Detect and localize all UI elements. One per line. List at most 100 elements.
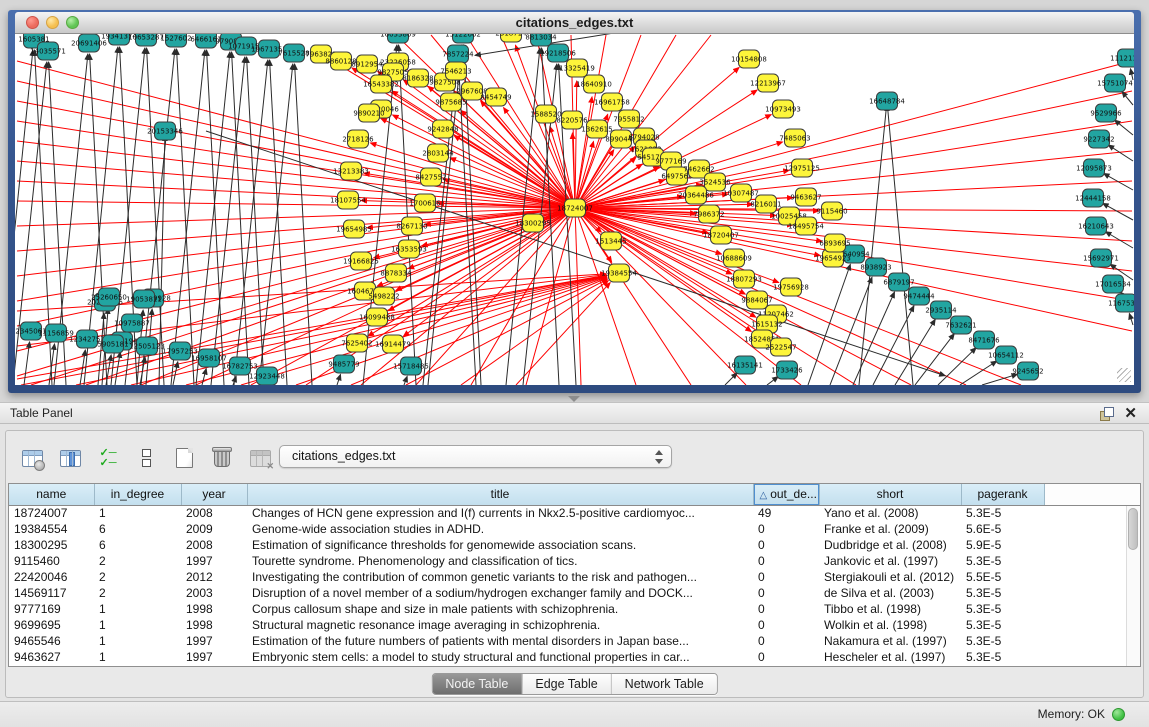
graph-node[interactable]: 10653287	[128, 34, 164, 46]
graph-node[interactable]: 16210643	[1078, 217, 1114, 235]
graph-node-label: 9529966	[1090, 110, 1122, 118]
row-selection-icon[interactable]: ✓─✓─	[94, 445, 122, 471]
node-table-grid: namein_degreeyeartitle△out_de...shortpag…	[8, 483, 1141, 667]
graph-node[interactable]: 15122602	[445, 34, 481, 43]
graph-edge	[17, 161, 575, 208]
graph-node[interactable]: 7632621	[945, 316, 976, 334]
table-scrollbar[interactable]	[1126, 506, 1140, 666]
tab-node-table[interactable]: Node Table	[432, 674, 521, 694]
table-scrollbar-thumb[interactable]	[1128, 508, 1138, 550]
graph-node[interactable]: 8471676	[968, 331, 1000, 349]
graph-node[interactable]: 20153346	[147, 122, 183, 140]
graph-node-label: 19166825	[343, 258, 379, 266]
table-cell: 9777169	[9, 601, 94, 617]
graph-node-label: 8427552	[415, 174, 446, 182]
graph-node[interactable]: 9463627	[790, 188, 821, 206]
graph-node[interactable]: 2718126	[342, 130, 374, 148]
graph-node[interactable]: 12095873	[1076, 159, 1112, 177]
graph-node[interactable]: 2803144	[422, 144, 454, 162]
graph-node[interactable]: 7857224	[442, 45, 474, 63]
graph-node[interactable]: 10975887	[114, 314, 150, 332]
table-row[interactable]: 969969511998Structural magnetic resonanc…	[9, 617, 1140, 633]
graph-node[interactable]: 15718485	[393, 357, 429, 375]
graph-node[interactable]: 7986372	[693, 205, 724, 223]
graph-edge	[202, 369, 206, 385]
row-height-icon[interactable]	[132, 445, 160, 471]
table-selector-dropdown[interactable]: citations_edges.txt	[279, 445, 672, 468]
graph-edge	[1122, 92, 1133, 105]
graph-node[interactable]: 16353593	[391, 240, 427, 258]
graph-node[interactable]: 10654112	[988, 346, 1024, 364]
graph-node[interactable]: 7485063	[779, 129, 810, 147]
column-header-title[interactable]: title	[247, 484, 753, 505]
table-row[interactable]: 977716911998Corpus callosum shape and si…	[9, 601, 1140, 617]
table-row[interactable]: 2242004622012Investigating the contribut…	[9, 569, 1140, 585]
graph-node[interactable]: 9529966	[1090, 104, 1122, 122]
graph-node[interactable]: 11675324	[1108, 294, 1134, 312]
graph-node[interactable]: 18720407	[703, 226, 739, 244]
tab-network-table[interactable]: Network Table	[611, 674, 717, 694]
graph-node[interactable]: 15692971	[1083, 249, 1119, 267]
graph-node[interactable]: 18807293	[726, 270, 762, 288]
table-cell: 1	[94, 617, 181, 633]
graph-node[interactable]: 8427552	[415, 168, 446, 186]
graph-node[interactable]: 1527602	[160, 34, 191, 47]
graph-node[interactable]: 16914479	[375, 335, 411, 353]
graph-node[interactable]: 13213383	[333, 162, 369, 180]
column-header-short[interactable]: short	[819, 484, 961, 505]
table-row[interactable]: 946362711997Embryonic stem cells: a mode…	[9, 649, 1140, 665]
graph-node[interactable]: 15751074	[1097, 74, 1133, 92]
column-header-name[interactable]: name	[9, 484, 94, 505]
graph-node[interactable]: 9227342	[1083, 130, 1114, 148]
column-header-pagerank[interactable]: pagerank	[961, 484, 1044, 505]
graph-edge	[982, 374, 1017, 385]
close-panel-icon[interactable]: ✕	[1124, 405, 1137, 423]
table-toolbar: ✓─✓─✕f(x)	[18, 443, 312, 473]
table-row[interactable]: 946554611997Estimation of the future num…	[9, 633, 1140, 649]
graph-node[interactable]: 19756928	[773, 278, 809, 296]
table-row[interactable]: 1938455462009Genome-wide association stu…	[9, 521, 1140, 537]
column-header-in-degree[interactable]: in_degree	[94, 484, 181, 505]
graph-node-label: 19756928	[773, 284, 809, 292]
table-row[interactable]: 1456911722003Disruption of a novel membe…	[9, 585, 1140, 601]
graph-node[interactable]: 16648784	[869, 92, 905, 110]
graph-node[interactable]: 9245652	[1012, 362, 1043, 380]
graph-node[interactable]: 16961758	[594, 93, 630, 111]
graph-node[interactable]: 10154808	[731, 50, 767, 68]
table-cell: 22420046	[9, 569, 94, 585]
graph-node[interactable]: 2318714	[495, 34, 527, 42]
table-row[interactable]: 911546021997Tourette syndrome. Phenomeno…	[9, 553, 1140, 569]
graph-node[interactable]: 2935114	[925, 301, 957, 319]
graph-node[interactable]: 1733426	[771, 361, 803, 379]
graph-node[interactable]: 8878334	[380, 264, 412, 282]
create-column-icon[interactable]	[170, 445, 198, 471]
graph-node[interactable]: 19654985	[336, 220, 372, 238]
table-row[interactable]: 1872400712008Changes of HCN gene express…	[9, 505, 1140, 521]
graph-edge	[423, 65, 457, 385]
graph-node[interactable]: 12213967	[750, 74, 786, 92]
table-cell: 1997	[181, 633, 247, 649]
graph-node[interactable]: 11121103	[1110, 49, 1134, 67]
tab-edge-table[interactable]: Edge Table	[521, 674, 610, 694]
network-canvas[interactable]: 1605381140355712069140619341374106532871…	[15, 34, 1134, 385]
column-header-year[interactable]: year	[181, 484, 247, 505]
table-row[interactable]: 1830029562008Estimation of significance …	[9, 537, 1140, 553]
graph-node[interactable]: 18640910	[576, 75, 612, 93]
graph-node[interactable]: 1513445	[595, 232, 626, 250]
float-panel-icon[interactable]	[1100, 407, 1113, 420]
graph-node[interactable]: 9115460	[816, 202, 847, 220]
graph-node[interactable]: 17016534	[1095, 275, 1131, 293]
graph-edge	[887, 105, 913, 385]
graph-node[interactable]: 19166825	[343, 252, 379, 270]
graph-node[interactable]: 10688609	[716, 249, 752, 267]
graph-node[interactable]: 18107554	[330, 191, 366, 209]
table-settings-icon[interactable]	[18, 445, 46, 471]
table-cell: Stergiakouli et al. (2012)	[819, 569, 961, 585]
memory-status-indicator[interactable]	[1112, 708, 1125, 721]
column-header-out-de-[interactable]: △out_de...	[753, 484, 819, 505]
graph-node[interactable]: 16033809	[380, 34, 416, 43]
column-visibility-icon[interactable]	[56, 445, 84, 471]
graph-node[interactable]: 8938923	[860, 258, 891, 276]
canvas-resize-grip[interactable]	[1117, 368, 1131, 382]
delete-column-icon[interactable]	[208, 445, 236, 471]
